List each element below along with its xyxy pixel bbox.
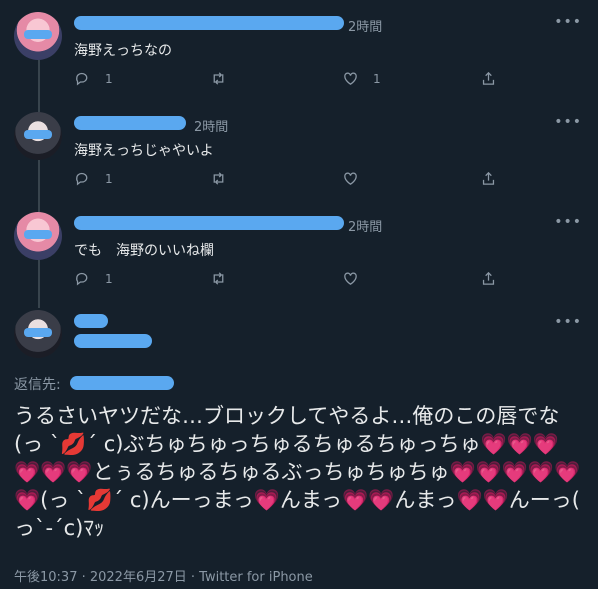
reply-count: 1 (105, 271, 113, 286)
reply-icon[interactable] (74, 170, 91, 187)
retweet-icon[interactable] (210, 170, 227, 187)
reply-count: 1 (105, 71, 113, 86)
timestamp[interactable]: 2時間 (194, 116, 228, 135)
redacted-name (74, 116, 186, 130)
avatar[interactable] (14, 212, 62, 260)
retweet-icon[interactable] (210, 70, 227, 87)
avatar[interactable] (14, 112, 62, 160)
share-icon[interactable] (480, 270, 497, 287)
reply-to-label: 返信先: (14, 377, 61, 393)
share-icon[interactable] (480, 70, 497, 87)
tweet-timestamp[interactable]: 午後10:37 · 2022年6月27日 · Twitter for iPhon… (14, 566, 313, 585)
reply-count: 1 (105, 171, 113, 186)
redacted-handle (74, 334, 152, 348)
avatar[interactable] (14, 310, 62, 358)
like-icon[interactable] (342, 170, 359, 187)
reply-icon[interactable] (74, 270, 91, 287)
retweet-icon[interactable] (210, 270, 227, 287)
tweet-text: 海野えっちじゃやいよ (74, 143, 214, 159)
main-tweet-text: うるさいヤツだな…ブロックしてやるよ…俺のこの唇でな(っ ˋ💋ˊ c)ぶちゅちゅ… (14, 404, 581, 540)
more-icon[interactable]: ••• (554, 114, 582, 130)
tweet-text: でも 海野のいいね欄 (74, 243, 214, 259)
like-icon[interactable] (342, 70, 359, 87)
more-icon[interactable]: ••• (554, 214, 582, 230)
tweet-3[interactable]: 2時間 ••• でも 海野のいいね欄 1 (0, 200, 598, 300)
redacted-name (74, 314, 108, 328)
share-icon[interactable] (480, 170, 497, 187)
like-icon[interactable] (342, 270, 359, 287)
like-count: 1 (373, 71, 381, 86)
tweet-1[interactable]: 2時間 ••• 海野えっちなの 1 1 (0, 0, 598, 100)
more-icon[interactable]: ••• (554, 14, 582, 30)
redacted-reply-handle[interactable] (70, 376, 174, 390)
reply-icon[interactable] (74, 70, 91, 87)
redacted-name (74, 216, 344, 230)
avatar[interactable] (14, 12, 62, 60)
more-icon[interactable]: ••• (554, 314, 582, 330)
timestamp[interactable]: 2時間 (348, 216, 382, 235)
timestamp[interactable]: 2時間 (348, 16, 382, 35)
tweet-2[interactable]: 2時間 ••• 海野えっちじゃやいよ 1 (0, 100, 598, 200)
tweet-text: 海野えっちなの (74, 43, 172, 59)
redacted-name (74, 16, 344, 30)
